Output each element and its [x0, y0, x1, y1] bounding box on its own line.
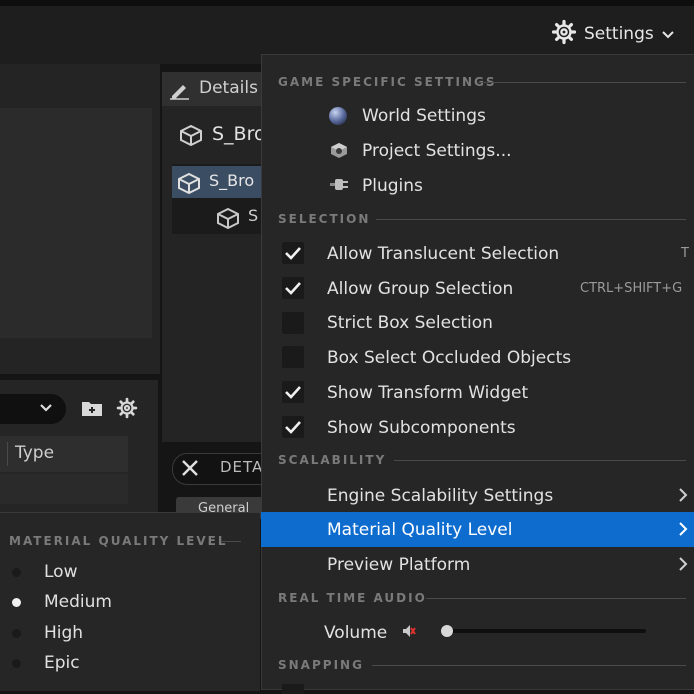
- divider: [221, 541, 241, 542]
- settings-button[interactable]: Settings: [551, 19, 675, 49]
- filter-label: DETA: [220, 458, 264, 476]
- menu-item-plugins[interactable]: Plugins: [362, 176, 423, 196]
- component-child-label[interactable]: S: [248, 206, 258, 225]
- divider: [376, 219, 686, 220]
- radio-medium[interactable]: [12, 598, 21, 607]
- close-icon[interactable]: [180, 458, 200, 482]
- divider: [372, 665, 686, 666]
- section-scalability: SCALABILITY: [278, 453, 387, 467]
- gear-icon: [551, 19, 577, 49]
- option-low[interactable]: Low: [44, 562, 77, 582]
- radio-epic[interactable]: [12, 659, 21, 668]
- checkbox-strict-box[interactable]: [282, 312, 304, 334]
- speaker-muted-icon[interactable]: [401, 623, 417, 643]
- menu-item-allow-group-selection[interactable]: Allow Group Selection: [327, 279, 513, 299]
- checkbox-allow-translucent[interactable]: [282, 242, 304, 264]
- divider: [478, 82, 686, 83]
- outliner-filter-combo[interactable]: [0, 394, 66, 424]
- checkbox-show-subcomponents[interactable]: [282, 416, 304, 438]
- checkbox-snapping[interactable]: [282, 684, 304, 694]
- section-selection: SELECTION: [278, 212, 371, 226]
- world-sphere-icon: [328, 106, 348, 130]
- pencil-icon: [169, 80, 191, 104]
- checkbox-show-transform[interactable]: [282, 381, 304, 403]
- project-cube-icon: [328, 141, 350, 165]
- add-folder-icon[interactable]: [81, 398, 103, 422]
- chevron-down-icon: [661, 25, 675, 44]
- section-snapping: SNAPPING: [278, 658, 364, 672]
- checkbox-box-select-occluded[interactable]: [282, 346, 304, 368]
- details-tab-title: Details: [199, 78, 258, 98]
- menu-item-allow-translucent-selection[interactable]: Allow Translucent Selection: [327, 244, 559, 264]
- settings-label: Settings: [584, 24, 654, 44]
- menu-item-show-subcomponents[interactable]: Show Subcomponents: [327, 418, 516, 438]
- checkbox-allow-group[interactable]: [282, 277, 304, 299]
- radio-high[interactable]: [12, 629, 21, 638]
- divider: [394, 460, 686, 461]
- volume-label: Volume: [324, 623, 388, 643]
- table-row[interactable]: [0, 474, 128, 504]
- volume-slider-thumb[interactable]: [441, 625, 453, 637]
- menu-item-strict-box-selection[interactable]: Strict Box Selection: [327, 313, 493, 333]
- section-real-time-audio: REAL TIME AUDIO: [278, 591, 427, 605]
- static-mesh-icon: [216, 207, 240, 233]
- option-high[interactable]: High: [44, 623, 83, 643]
- menu-item-preview-platform[interactable]: Preview Platform: [327, 555, 470, 575]
- option-medium[interactable]: Medium: [44, 592, 112, 612]
- section-game-specific: GAME SPECIFIC SETTINGS: [278, 75, 497, 89]
- option-epic[interactable]: Epic: [44, 653, 80, 673]
- shortcut-label: CTRL+SHIFT+G: [580, 281, 683, 296]
- menu-item-box-select-occluded[interactable]: Box Select Occluded Objects: [327, 348, 571, 368]
- chevron-down-icon[interactable]: [38, 400, 54, 420]
- gear-icon[interactable]: [116, 397, 138, 423]
- component-root-label: S_Bro: [209, 171, 255, 190]
- material-quality-submenu: MATERIAL QUALITY LEVEL Low Medium High E…: [0, 512, 260, 691]
- menu-item-show-transform-widget[interactable]: Show Transform Widget: [327, 383, 528, 403]
- chevron-right-icon: [678, 487, 688, 507]
- divider: [426, 598, 686, 599]
- actor-name: S_Bro: [212, 123, 266, 145]
- chevron-right-icon: [678, 556, 688, 576]
- volume-slider-track[interactable]: [446, 629, 646, 633]
- submenu-header: MATERIAL QUALITY LEVEL: [9, 534, 228, 548]
- menu-item-material-quality-level[interactable]: Material Quality Level: [327, 520, 513, 540]
- viewport[interactable]: [0, 108, 152, 338]
- static-mesh-icon: [179, 124, 203, 150]
- type-column-label: Type: [15, 443, 55, 463]
- menu-item-engine-scalability[interactable]: Engine Scalability Settings: [327, 486, 553, 506]
- menu-item-project-settings[interactable]: Project Settings...: [362, 141, 512, 161]
- plug-icon: [328, 176, 350, 198]
- chevron-right-icon: [678, 521, 688, 541]
- radio-low[interactable]: [12, 568, 21, 577]
- menu-item-world-settings[interactable]: World Settings: [362, 106, 486, 126]
- shortcut-label: T: [681, 246, 689, 261]
- static-mesh-icon: [177, 172, 201, 198]
